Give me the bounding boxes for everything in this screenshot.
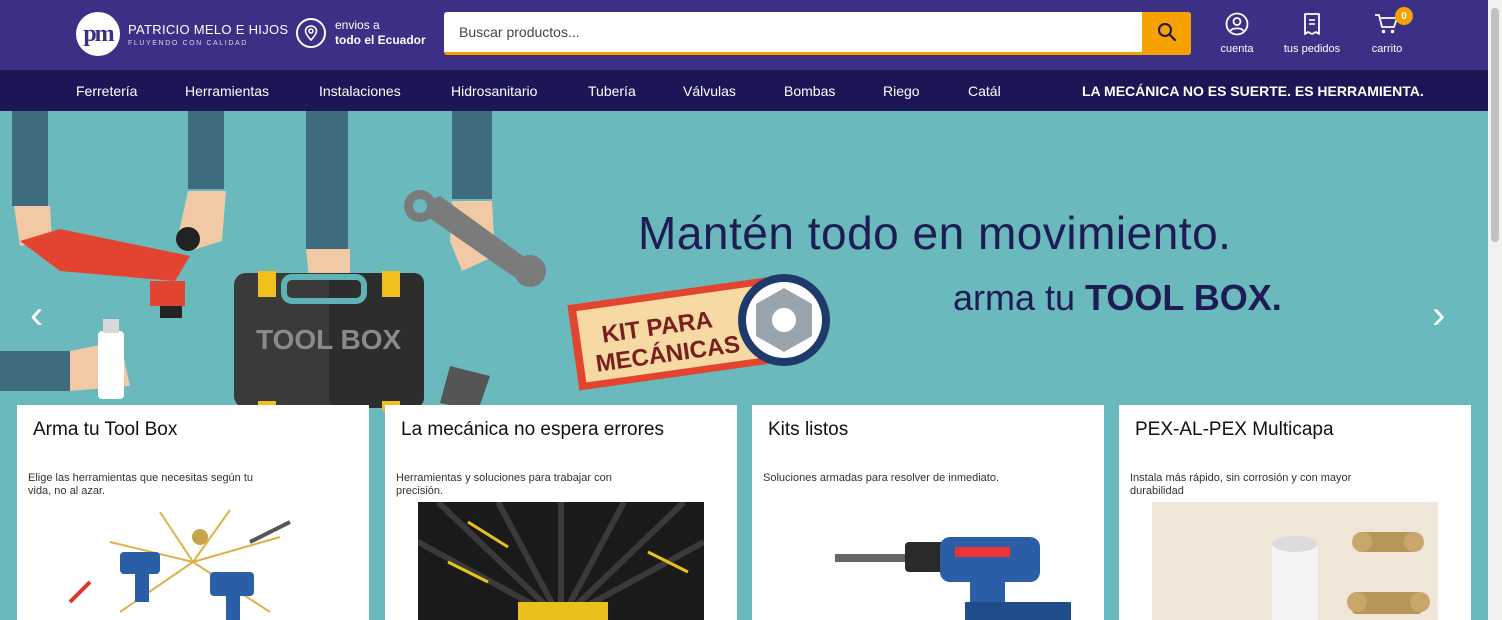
nav-item-bombas[interactable]: Bombas — [784, 83, 835, 99]
carousel-prev-button[interactable]: ‹ — [30, 295, 43, 335]
nav-item-herramientas[interactable]: Herramientas — [185, 83, 269, 99]
nav-item-valvulas[interactable]: Válvulas — [683, 83, 736, 99]
search-button[interactable] — [1142, 12, 1191, 52]
logo-mark: pm — [76, 12, 120, 56]
orders-link[interactable]: tus pedidos — [1281, 10, 1343, 55]
carousel-next-button[interactable]: › — [1432, 295, 1445, 335]
nav-item-catalogo[interactable]: Catál — [968, 83, 1001, 99]
promo-card-mecanica[interactable]: La mecánica no espera errores Herramient… — [385, 405, 737, 620]
brand-logo[interactable]: pm PATRICIO MELO E HIJOS FLUYENDO CON CA… — [76, 12, 288, 56]
cart-icon: 0 — [1369, 7, 1413, 38]
nav-slogan: LA MECÁNICA NO ES SUERTE. ES HERRAMIENTA… — [1082, 83, 1424, 99]
cart-count-badge: 0 — [1395, 7, 1413, 25]
card-description: Elige las herramientas que necesitas seg… — [28, 472, 254, 497]
location-pin-icon — [296, 18, 326, 48]
promo-card-kits[interactable]: Kits listos Soluciones armadas para reso… — [752, 405, 1104, 620]
hero-headline: Mantén todo en movimiento. — [638, 207, 1232, 259]
account-label: cuenta — [1220, 43, 1254, 55]
search-bar — [444, 12, 1191, 55]
nav-item-ferreteria[interactable]: Ferretería — [76, 83, 137, 99]
receipt-icon — [1281, 10, 1343, 38]
promo-card-pex[interactable]: PEX-AL-PEX Multicapa Instala más rápido,… — [1119, 405, 1471, 620]
card-image-tools-explosion — [50, 502, 336, 620]
card-description: Instala más rápido, sin corrosión y con … — [1130, 472, 1352, 497]
cart-label: carrito — [1371, 43, 1403, 55]
brand-tagline: FLUYENDO CON CALIDAD — [128, 39, 248, 47]
shipping-info: envios a todo el Ecuador — [296, 18, 426, 48]
scrollbar-thumb[interactable] — [1491, 8, 1499, 242]
hero-subheadline: arma tu TOOL BOX. — [953, 277, 1282, 318]
card-image-drill — [785, 502, 1071, 620]
nav-item-instalaciones[interactable]: Instalaciones — [319, 83, 401, 99]
card-image-pex-fittings — [1152, 502, 1438, 620]
nav-item-tuberia[interactable]: Tubería — [588, 83, 636, 99]
shipping-line2: todo el Ecuador — [335, 33, 426, 47]
promo-card-toolbox[interactable]: Arma tu Tool Box Elige las herramientas … — [17, 405, 369, 620]
cart-link[interactable]: 0 carrito — [1369, 7, 1413, 55]
search-input[interactable] — [444, 12, 1142, 52]
page-scrollbar[interactable] — [1488, 0, 1502, 620]
orders-label: tus pedidos — [1283, 43, 1341, 55]
card-title: PEX-AL-PEX Multicapa — [1135, 419, 1334, 440]
account-link[interactable]: cuenta — [1218, 10, 1256, 55]
nav-item-riego[interactable]: Riego — [883, 83, 920, 99]
card-description: Herramientas y soluciones para trabajar … — [396, 472, 612, 497]
shipping-line1: envios a — [335, 18, 380, 32]
user-circle-icon — [1218, 10, 1256, 38]
card-title: La mecánica no espera errores — [401, 419, 664, 440]
brand-name: PATRICIO MELO E HIJOS — [128, 21, 289, 37]
search-icon — [1157, 23, 1176, 42]
card-image-power-tool — [418, 502, 704, 620]
nav-item-hidrosanitario[interactable]: Hidrosanitario — [451, 83, 537, 99]
toolbox-label: TOOL BOX — [256, 324, 402, 355]
card-title: Kits listos — [768, 419, 849, 440]
card-title: Arma tu Tool Box — [33, 419, 178, 440]
card-description: Soluciones armadas para resolver de inme… — [763, 472, 1000, 484]
